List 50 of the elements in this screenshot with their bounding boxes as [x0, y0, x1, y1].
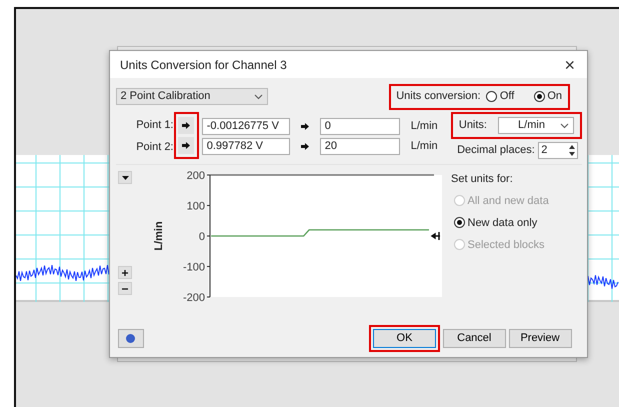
field-label: Units conversion: — [396, 89, 481, 104]
dialog-button[interactable]: OK — [373, 328, 436, 348]
arrow-right-icon — [182, 142, 190, 149]
apply-button[interactable] — [178, 136, 194, 154]
arrow-right-icon — [300, 122, 309, 130]
dialog-button[interactable]: Preview — [508, 328, 572, 348]
unit-label: L/min — [410, 138, 438, 154]
radio-option: Selected blocks — [454, 236, 549, 253]
radio-option[interactable]: New data only — [454, 214, 549, 231]
tick-label: 200 — [186, 170, 206, 182]
help-icon — [126, 334, 135, 342]
dialog-button[interactable]: Cancel — [442, 328, 506, 348]
zoom-in-button[interactable] — [118, 266, 132, 279]
plus-icon — [122, 270, 128, 276]
chevron-down-icon — [560, 122, 569, 128]
section-label: Set units for: — [451, 172, 514, 186]
chevron-down-icon — [254, 94, 262, 100]
help-button[interactable] — [118, 328, 144, 348]
tick-label: -100 — [183, 261, 206, 273]
spinner-arrows-icon — [566, 142, 576, 158]
tick-label: 0 — [199, 230, 206, 242]
axis-title: L/min — [153, 220, 166, 250]
field-label: Decimal places: — [457, 142, 535, 158]
resize-handle-icon[interactable] — [432, 230, 441, 240]
zoom-out-button[interactable] — [118, 282, 132, 294]
input-field[interactable]: -0.00126775 V — [202, 118, 290, 135]
units-dropdown[interactable]: L/min — [498, 117, 574, 134]
arrow-right-icon — [300, 142, 309, 150]
close-button[interactable]: × — [562, 56, 577, 74]
method-dropdown[interactable]: 2 Point Calibration — [116, 88, 268, 105]
input-field[interactable]: 0.997782 V — [202, 138, 290, 154]
tick-label: 100 — [186, 200, 206, 212]
input-field[interactable]: 0 — [320, 118, 400, 135]
arrow-right-icon — [182, 122, 190, 129]
signal-waveform — [588, 274, 618, 290]
unit-label: L/min — [410, 118, 438, 134]
window-title: Units Conversion for Channel 3 — [120, 56, 287, 74]
triangle-down-icon — [122, 176, 129, 180]
field-label: Units: — [458, 118, 487, 134]
tick-label: -200 — [183, 292, 206, 302]
dropdown-button[interactable] — [118, 170, 132, 184]
radio-option: All and new data — [454, 192, 549, 209]
radio-option[interactable]: Off — [486, 88, 514, 105]
field-label: Point 2: — [135, 140, 174, 155]
radio-option[interactable]: On — [534, 88, 562, 105]
field-label: Point 1: — [135, 118, 174, 133]
input-field[interactable]: 20 — [320, 138, 400, 154]
apply-button[interactable] — [178, 117, 194, 134]
number-spinner[interactable]: 2 — [538, 142, 578, 158]
minus-icon — [122, 288, 128, 290]
